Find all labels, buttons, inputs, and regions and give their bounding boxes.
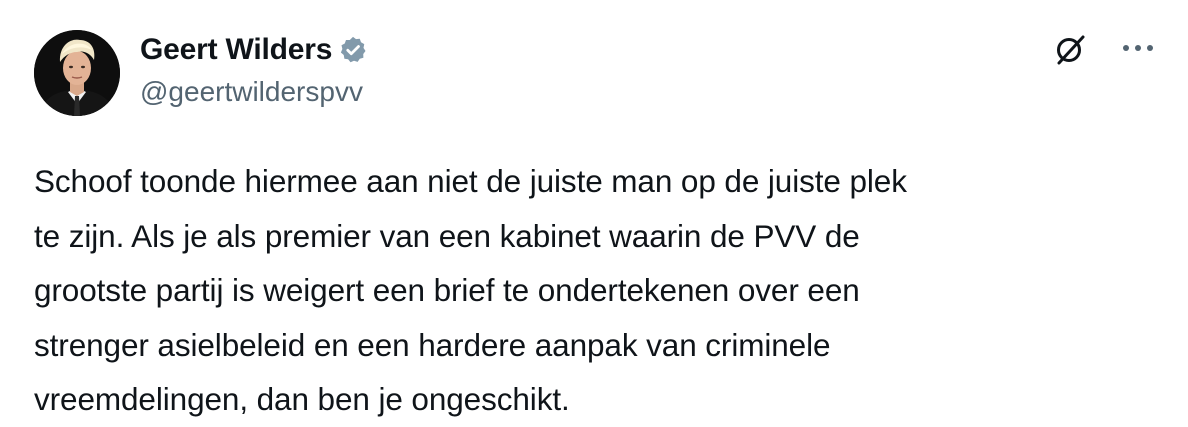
avatar[interactable] [34,30,120,116]
verified-badge-icon [338,35,368,65]
tweet-text: Schoof toonde hiermee aan niet de juiste… [34,163,907,417]
name-row: Geert Wilders [140,30,368,70]
grok-icon[interactable] [1053,32,1087,66]
avatar-portrait-image [34,30,120,116]
author-handle[interactable]: @geertwilderspvv [140,76,368,108]
tweet-header: Geert Wilders @geertwilderspvv [140,30,368,108]
more-options-icon[interactable] [1118,36,1158,60]
author-display-name[interactable]: Geert Wilders [140,33,332,67]
tweet-card: Geert Wilders @geertwilderspvv Schoof to… [0,0,1188,417]
